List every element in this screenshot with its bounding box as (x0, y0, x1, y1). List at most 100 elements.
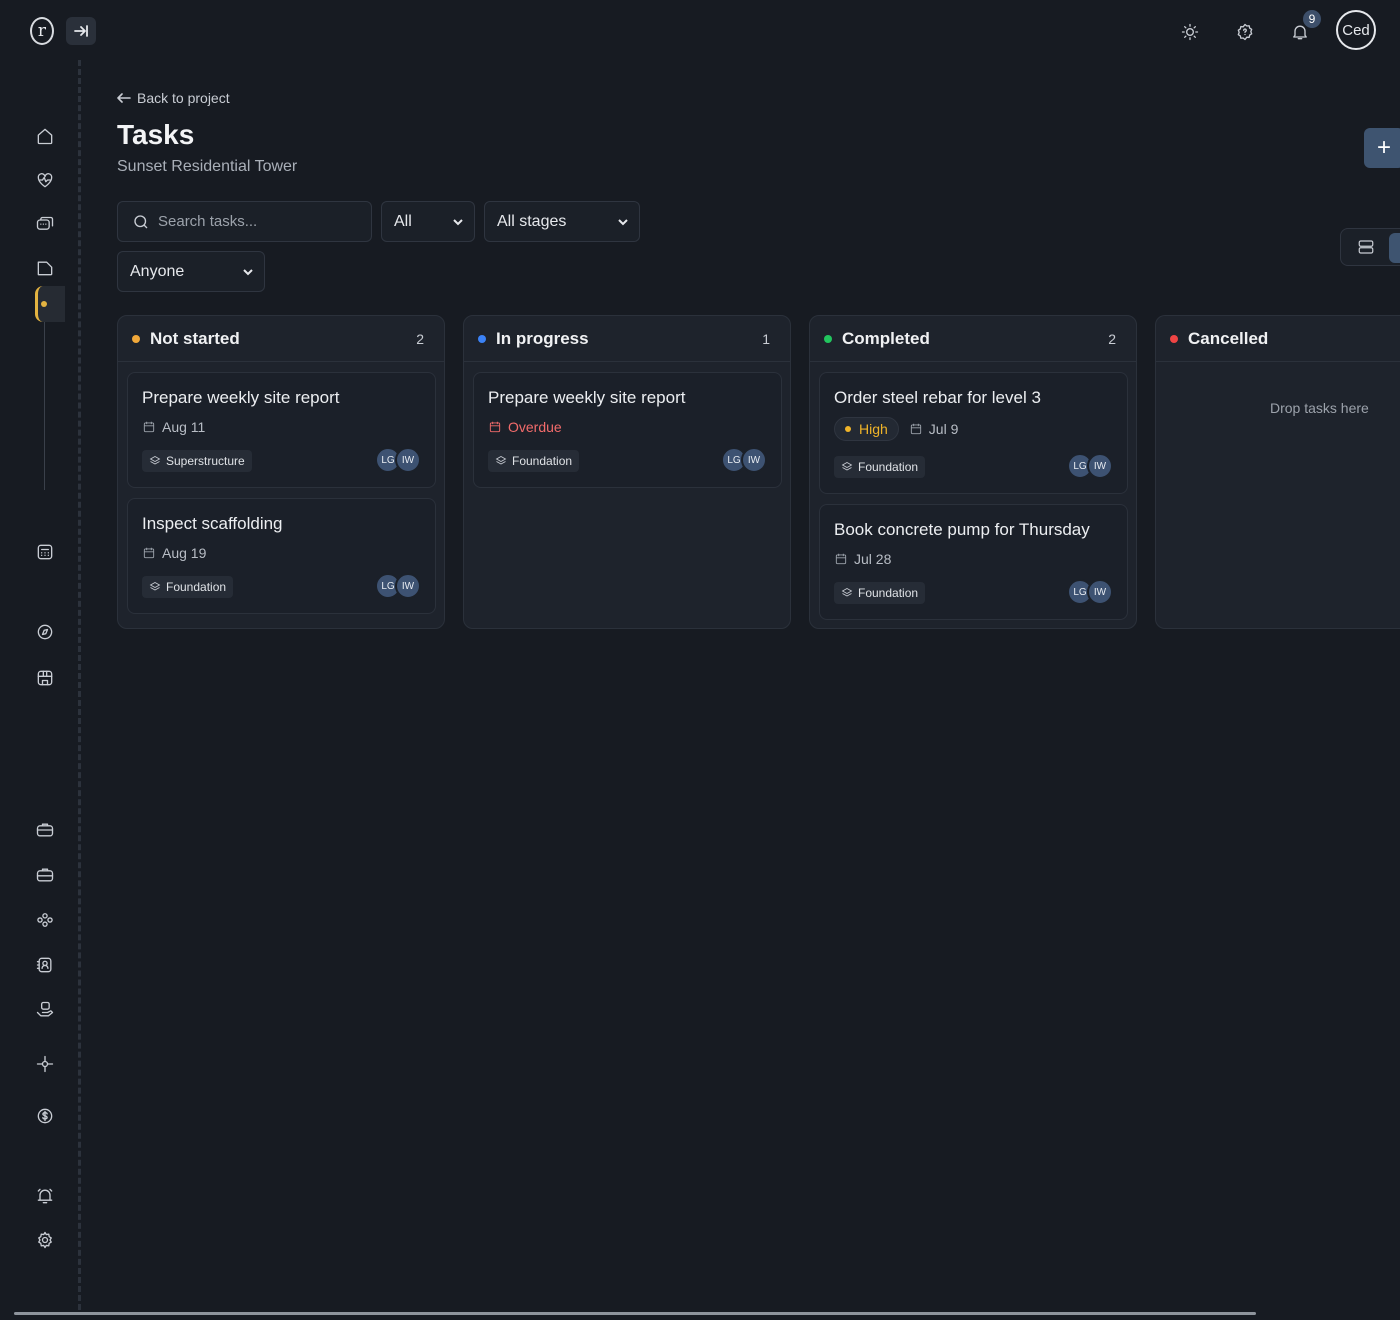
home-icon (37, 128, 53, 145)
overdue-text: Overdue (508, 419, 562, 435)
back-to-project-link[interactable]: Back to project (117, 90, 230, 106)
horizontal-scrollbar[interactable] (14, 1312, 1256, 1315)
assignee-avatars: LG IW (375, 447, 421, 473)
assignee-avatar[interactable]: IW (395, 447, 421, 473)
stage-tag: Foundation (488, 450, 580, 472)
list-view-button[interactable] (1357, 238, 1375, 261)
assignee-avatars: LG IW (375, 573, 421, 599)
sidebar-item-explore[interactable] (33, 620, 57, 644)
sidebar-item-home[interactable] (33, 124, 57, 148)
task-card[interactable]: Prepare weekly site report Aug 11 Supers… (127, 372, 436, 488)
task-title: Prepare weekly site report (488, 388, 686, 407)
column-header: In progress 1 (464, 316, 790, 362)
assignee-filter-select[interactable]: Anyone (117, 251, 265, 292)
calculator-icon (37, 544, 53, 560)
stage-filter-value: All stages (497, 212, 567, 230)
stage-tag: Foundation (834, 456, 926, 478)
task-card[interactable]: Order steel rebar for level 3 High Jul 9… (819, 372, 1128, 494)
status-filter-select[interactable]: All (381, 201, 475, 242)
assignee-avatar[interactable]: IW (1087, 579, 1113, 605)
assignee-avatar[interactable]: IW (741, 447, 767, 473)
task-title: Inspect scaffolding (142, 514, 283, 533)
compass-icon (37, 624, 53, 640)
chat-icon (36, 216, 54, 230)
collapse-sidebar-button[interactable] (66, 17, 96, 45)
briefcase-icon (36, 823, 54, 837)
sidebar-item-contacts[interactable] (33, 953, 57, 977)
sidebar-item-alerts[interactable] (33, 1184, 57, 1208)
sidebar-subnav-line (44, 322, 45, 490)
calendar-icon (489, 421, 501, 433)
sidebar-item-settings[interactable] (33, 1228, 57, 1252)
gear-icon (38, 1231, 52, 1249)
column-title: Cancelled (1188, 328, 1269, 348)
sidebar-item-teams[interactable] (33, 908, 57, 932)
assignee-avatar[interactable]: IW (395, 573, 421, 599)
status-dot (824, 334, 832, 343)
sidebar-divider (78, 60, 81, 1310)
task-card[interactable]: Prepare weekly site report Overdue Found… (473, 372, 782, 488)
task-title: Book concrete pump for Thursday (834, 520, 1090, 539)
notification-count-badge: 9 (1303, 10, 1321, 28)
status-dot (478, 334, 486, 343)
column-count: 1 (762, 330, 770, 347)
column-count: 2 (1108, 330, 1116, 347)
due-date-text: Aug 19 (162, 545, 207, 561)
sidebar-item-support[interactable] (33, 998, 57, 1022)
calendar-icon (143, 547, 155, 559)
rows-icon (1358, 240, 1374, 254)
assignee-filter-value: Anyone (130, 262, 185, 280)
sidebar-item-marketplace[interactable] (33, 666, 57, 690)
folder-icon (37, 261, 53, 276)
logo-letter: r (37, 21, 47, 41)
sun-icon (1181, 23, 1199, 41)
board-view-button[interactable] (1389, 233, 1400, 263)
task-meta-row: High Jul 9 (834, 417, 958, 441)
status-dot (132, 334, 140, 343)
drop-zone-hint: Drop tasks here (1270, 400, 1369, 416)
sidebar-item-adjustments[interactable] (33, 1052, 57, 1076)
search-input[interactable] (158, 213, 358, 230)
sidebar-item-tasks-active[interactable] (35, 286, 65, 322)
sidebar-item-jobs[interactable] (33, 818, 57, 842)
column-title: Not started (150, 328, 240, 348)
add-task-button[interactable]: + (1364, 128, 1400, 168)
active-indicator-dot (41, 301, 47, 307)
sidebar-item-calculator[interactable] (33, 540, 57, 564)
contact-book-icon (36, 957, 52, 973)
sidebar-item-billing[interactable] (33, 1104, 57, 1128)
column-header: Completed 2 (810, 316, 1136, 362)
due-date-text: Aug 11 (162, 419, 206, 435)
sidebar-item-messages[interactable] (33, 213, 57, 237)
column-header: Cancelled (1156, 316, 1400, 362)
users-group-icon (37, 913, 53, 927)
task-title: Prepare weekly site report (142, 388, 340, 407)
help-button[interactable] (1231, 18, 1259, 46)
stage-tag: Foundation (834, 582, 926, 604)
search-box (117, 201, 372, 242)
stage-filter-select[interactable]: All stages (484, 201, 640, 242)
task-card[interactable]: Inspect scaffolding Aug 19 Foundation LG… (127, 498, 436, 614)
user-avatar[interactable]: Ced (1336, 10, 1376, 50)
view-mode-toggle (1340, 228, 1400, 266)
app-frame (0, 0, 1400, 1320)
column-in-progress: In progress 1 Prepare weekly site report… (463, 315, 791, 629)
column-cancelled: Cancelled Drop tasks here (1155, 315, 1400, 629)
column-not-started: Not started 2 Prepare weekly site report… (117, 315, 445, 629)
sidebar-item-files[interactable] (33, 256, 57, 280)
sidebar-item-portfolio[interactable] (33, 863, 57, 887)
app-logo[interactable]: r (30, 17, 54, 45)
sidebar-item-health[interactable] (33, 168, 57, 192)
assignee-avatar[interactable]: IW (1087, 453, 1113, 479)
column-title: In progress (496, 328, 589, 348)
task-card[interactable]: Book concrete pump for Thursday Jul 28 F… (819, 504, 1128, 620)
column-header: Not started 2 (118, 316, 444, 362)
theme-toggle-button[interactable] (1176, 18, 1204, 46)
stage-tag-label: Foundation (858, 586, 919, 600)
search-icon (134, 214, 148, 228)
stage-tag-label: Foundation (858, 460, 919, 474)
project-name: Sunset Residential Tower (117, 158, 298, 175)
assignee-avatars: LG IW (1067, 453, 1113, 479)
sidebar: r (0, 0, 96, 1320)
hand-heart-icon (36, 1001, 54, 1017)
